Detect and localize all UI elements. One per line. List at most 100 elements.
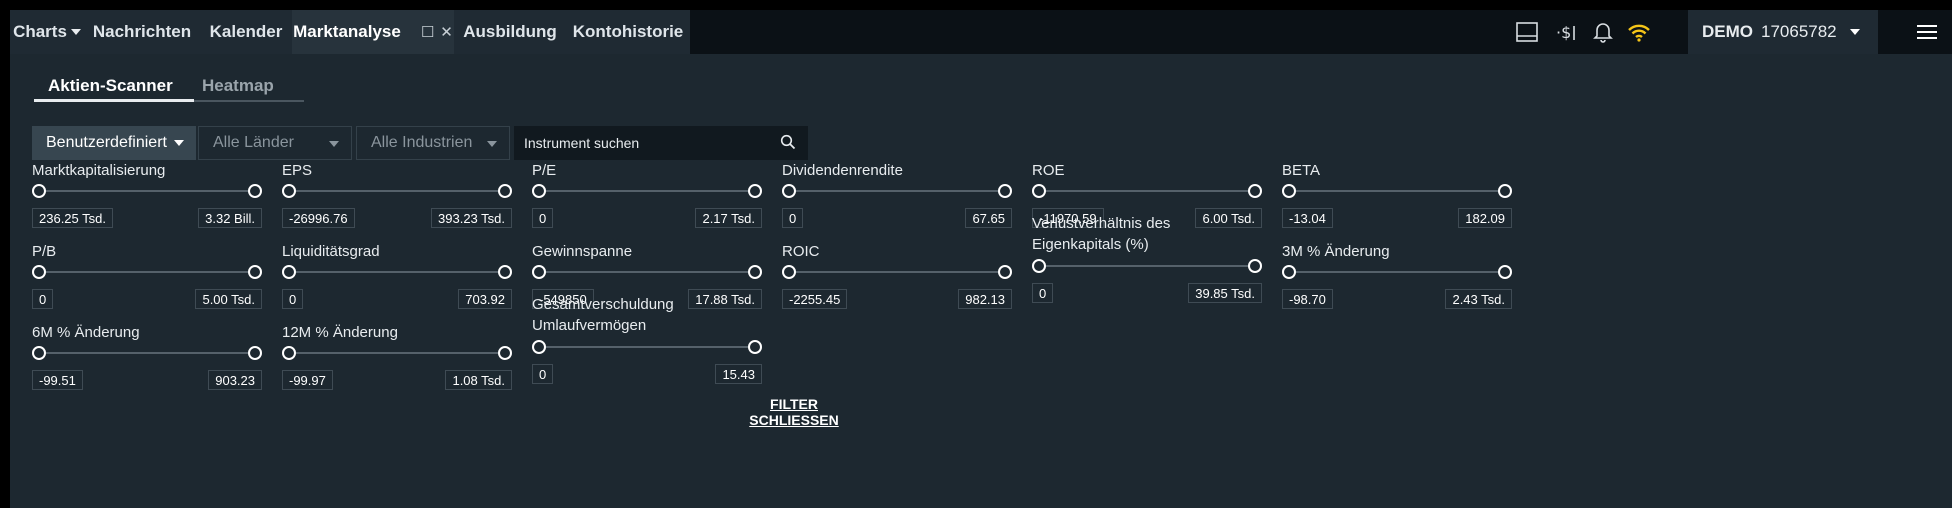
slider-max-handle[interactable] [498,265,512,279]
max-value-field[interactable]: 67.65 [965,208,1012,228]
min-value-field[interactable]: 0 [532,208,554,228]
max-value-field[interactable]: 5.00 Tsd. [195,289,262,309]
slider-max-handle[interactable] [998,184,1012,198]
max-value-field[interactable]: 903.23 [208,370,262,390]
max-value-field[interactable]: 39.85 Tsd. [1188,283,1262,303]
range-slider[interactable] [782,265,1012,279]
max-value-field[interactable]: 393.23 Tsd. [431,208,512,228]
tab-marktanalyse[interactable]: Marktanalyse ☐ ✕ [292,10,454,54]
range-slider[interactable] [32,265,262,279]
slider-track [288,352,506,354]
slider-min-handle[interactable] [532,265,546,279]
tab-kalender[interactable]: Kalender [200,10,292,54]
range-slider[interactable] [532,340,762,354]
slider-track [788,190,1006,192]
slider-max-handle[interactable] [1248,184,1262,198]
slider-max-handle[interactable] [498,184,512,198]
range-slider[interactable] [1032,184,1262,198]
max-value-field[interactable]: 15.43 [715,364,762,384]
slider-max-handle[interactable] [248,346,262,360]
slider-min-handle[interactable] [282,265,296,279]
layout-icon[interactable] [1514,20,1540,44]
max-value-field[interactable]: 3.32 Bill. [198,208,262,228]
close-icon[interactable]: ✕ [440,24,453,41]
max-value-field[interactable]: 182.09 [1458,208,1512,228]
slider-min-handle[interactable] [782,184,796,198]
min-value-field[interactable]: -98.70 [1282,289,1333,309]
bell-icon[interactable] [1590,20,1616,44]
range-slider[interactable] [1032,259,1262,273]
subtab-active-indicator [34,99,194,102]
max-value-field[interactable]: 982.13 [958,289,1012,309]
range-slider[interactable] [532,265,762,279]
tab-charts[interactable]: Charts [10,10,84,54]
currency-icon[interactable]: ·$ [1554,20,1580,44]
min-value-field[interactable]: -2255.45 [782,289,848,309]
slider-max-handle[interactable] [1248,259,1262,273]
slider-min-handle[interactable] [1282,184,1296,198]
max-value-field[interactable]: 1.08 Tsd. [445,370,512,390]
account-number: 17065782 [1761,22,1837,41]
slider-min-handle[interactable] [1032,259,1046,273]
max-value-field[interactable]: 703.92 [458,289,512,309]
subtab-heatmap[interactable]: Heatmap [202,76,274,96]
slider-min-handle[interactable] [32,346,46,360]
industry-dropdown[interactable]: Alle Industrien [356,126,510,160]
range-slider[interactable] [1282,184,1512,198]
maximize-icon[interactable]: ☐ [421,24,434,41]
min-value-field[interactable]: -26996.76 [282,208,355,228]
slider-max-handle[interactable] [248,184,262,198]
min-value-field[interactable]: 0 [32,289,54,309]
min-value-field[interactable]: -99.51 [32,370,83,390]
slider-max-handle[interactable] [498,346,512,360]
range-slider[interactable] [1282,265,1512,279]
slider-max-handle[interactable] [998,265,1012,279]
slider-min-handle[interactable] [782,265,796,279]
country-dropdown[interactable]: Alle Länder [198,126,352,160]
slider-max-handle[interactable] [748,340,762,354]
slider-min-handle[interactable] [32,265,46,279]
search-icon[interactable] [780,134,796,153]
filter-label: EPS [282,162,313,179]
slider-min-handle[interactable] [1032,184,1046,198]
slider-min-handle[interactable] [282,184,296,198]
tab-kontohistorie[interactable]: Kontohistorie [566,10,690,54]
min-value-field[interactable]: 0 [532,364,554,384]
max-value-field[interactable]: 2.17 Tsd. [695,208,762,228]
preset-dropdown[interactable]: Benutzerdefiniert [32,126,196,160]
min-value-field[interactable]: 0 [782,208,804,228]
slider-max-handle[interactable] [1498,265,1512,279]
slider-min-handle[interactable] [532,340,546,354]
min-value-field[interactable]: 236.25 Tsd. [32,208,113,228]
close-filter-link[interactable]: FILTER SCHLIESSEN [728,396,860,428]
subtab-aktien-scanner[interactable]: Aktien-Scanner [48,76,173,96]
max-value-field[interactable]: 2.43 Tsd. [1445,289,1512,309]
range-slider[interactable] [282,346,512,360]
slider-max-handle[interactable] [748,265,762,279]
range-slider[interactable] [282,265,512,279]
range-slider[interactable] [282,184,512,198]
range-slider[interactable] [782,184,1012,198]
slider-min-handle[interactable] [32,184,46,198]
slider-min-handle[interactable] [532,184,546,198]
min-value-field[interactable]: -99.97 [282,370,333,390]
hamburger-menu-icon[interactable] [1914,20,1940,44]
chevron-down-icon [174,140,184,146]
tab-label: Ausbildung [463,22,557,41]
range-slider[interactable] [532,184,762,198]
min-value-field[interactable]: -13.04 [1282,208,1333,228]
slider-max-handle[interactable] [248,265,262,279]
tab-nachrichten[interactable]: Nachrichten [84,10,200,54]
min-value-field[interactable]: 0 [1032,283,1054,303]
slider-max-handle[interactable] [1498,184,1512,198]
chevron-down-icon [1850,29,1860,35]
range-slider[interactable] [32,184,262,198]
slider-max-handle[interactable] [748,184,762,198]
min-value-field[interactable]: 0 [282,289,304,309]
slider-min-handle[interactable] [1282,265,1296,279]
tab-ausbildung[interactable]: Ausbildung [454,10,566,54]
slider-min-handle[interactable] [282,346,296,360]
account-selector[interactable]: DEMO 17065782 [1688,10,1878,54]
search-input[interactable] [522,134,766,152]
range-slider[interactable] [32,346,262,360]
